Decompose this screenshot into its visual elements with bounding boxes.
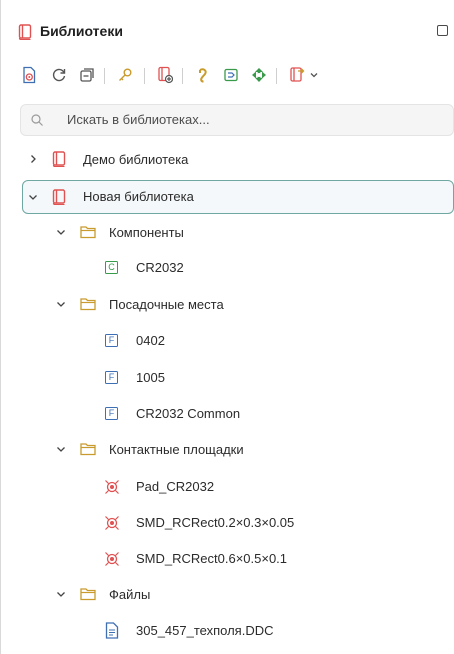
add-library-icon[interactable]	[152, 62, 178, 88]
tree-item-pad[interactable]: SMD_RCRect0.6×0.5×0.1	[0, 542, 454, 576]
new-document-icon[interactable]	[16, 62, 42, 88]
tree-item-label: Контактные площадки	[109, 442, 244, 457]
tree-item-footprint[interactable]: F 0402	[0, 324, 454, 358]
toolbar-separator	[144, 68, 145, 84]
folder-icon	[80, 587, 96, 601]
tree-folder-pads[interactable]: Контактные площадки	[0, 433, 454, 467]
footprint-letter: F	[105, 371, 118, 384]
pad-editor-icon[interactable]	[218, 62, 244, 88]
toolbar-separator	[182, 68, 183, 84]
library-book-icon	[52, 189, 66, 205]
folder-icon	[80, 442, 96, 456]
tree-item-label: CR2032	[136, 260, 184, 275]
footprint-letter: F	[105, 334, 118, 347]
tree-item-footprint[interactable]: F 1005	[0, 361, 454, 395]
document-file-icon	[105, 622, 119, 639]
pad-target-icon	[104, 515, 120, 531]
tree-item-label: SMD_RCRect0.2×0.3×0.05	[136, 515, 295, 530]
component-letter: C	[105, 261, 118, 274]
tree-item-label: 1005	[136, 370, 165, 385]
toolbar-separator	[276, 68, 277, 84]
chevron-down-icon[interactable]	[54, 297, 68, 311]
footprint-icon: F	[105, 407, 118, 420]
tree-folder-files[interactable]: Файлы	[0, 578, 454, 612]
move-icon[interactable]	[246, 62, 272, 88]
panel-header: Библиотеки	[12, 0, 454, 62]
link-icon[interactable]	[190, 62, 216, 88]
tree-item-component[interactable]: C CR2032	[0, 251, 454, 285]
panel-title: Библиотеки	[40, 23, 123, 39]
chevron-right-icon[interactable]	[26, 152, 40, 166]
tree-item-footprint[interactable]: F CR2032 Common	[0, 397, 454, 431]
tree-item-label: Компоненты	[109, 225, 184, 240]
chevron-down-icon[interactable]	[54, 225, 68, 239]
tree-item-new-library[interactable]: Новая библиотека	[22, 180, 454, 214]
tree-item-label: Демо библиотека	[83, 152, 189, 167]
footprint-icon: F	[105, 334, 118, 347]
tree-item-file[interactable]: 305_457_техполя.DDC	[0, 614, 454, 648]
search-icon	[30, 113, 44, 132]
dropdown-chevron-icon[interactable]	[306, 62, 322, 88]
key-icon[interactable]	[112, 62, 138, 88]
tree-folder-components[interactable]: Компоненты	[0, 216, 454, 250]
maximize-square-icon[interactable]	[437, 25, 448, 36]
search-input[interactable]	[65, 111, 439, 128]
chevron-down-icon[interactable]	[54, 587, 68, 601]
folder-icon	[80, 297, 96, 311]
tree-item-label: Посадочные места	[109, 297, 224, 312]
chevron-down-icon[interactable]	[26, 190, 40, 204]
pad-target-icon	[104, 551, 120, 567]
refresh-icon[interactable]	[46, 62, 72, 88]
tree-item-label: 0402	[136, 333, 165, 348]
tree-item-label: SMD_RCRect0.6×0.5×0.1	[136, 551, 288, 566]
search-box	[20, 104, 454, 136]
tree-item-label: Новая библиотека	[83, 189, 194, 204]
tree-folder-footprints[interactable]: Посадочные места	[0, 288, 454, 322]
library-book-icon	[52, 151, 66, 167]
chevron-down-icon[interactable]	[54, 442, 68, 456]
footprint-icon: F	[105, 371, 118, 384]
tree-item-label: Файлы	[109, 587, 151, 602]
tree-item-label: 305_457_техполя.DDC	[136, 623, 274, 638]
tree-item-pad[interactable]: SMD_RCRect0.2×0.3×0.05	[0, 506, 454, 540]
component-icon: C	[105, 261, 118, 274]
toolbar-separator	[104, 68, 105, 84]
footprint-letter: F	[105, 407, 118, 420]
tree-item-pad[interactable]: Pad_CR2032	[0, 470, 454, 504]
tree-item-label: CR2032 Common	[136, 406, 241, 421]
toolbar	[14, 62, 434, 90]
tree-item-label: Pad_CR2032	[136, 479, 215, 494]
collapse-all-icon[interactable]	[74, 62, 100, 88]
library-book-icon	[18, 24, 32, 45]
folder-icon	[80, 225, 96, 239]
pad-target-icon	[104, 479, 120, 495]
tree-item-demo-library[interactable]: Демо библиотека	[0, 143, 454, 177]
